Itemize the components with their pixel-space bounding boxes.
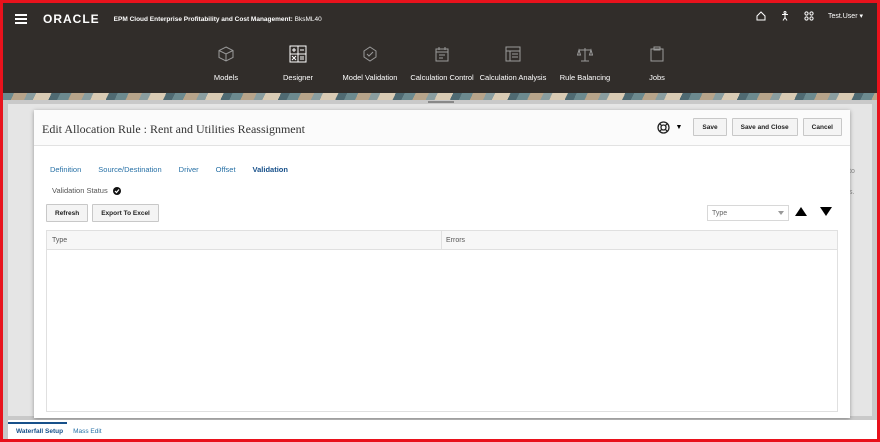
decorative-banner <box>3 93 877 100</box>
nav-model-validation[interactable]: Model Validation <box>330 41 410 82</box>
home-icon[interactable] <box>756 11 766 21</box>
calendar-icon <box>435 47 449 62</box>
nav-rule-balancing[interactable]: Rule Balancing <box>545 41 625 82</box>
sort-descending-icon[interactable] <box>820 207 832 216</box>
screenshot-frame: ORACLE EPM Cloud Enterprise Profitabilit… <box>0 0 880 442</box>
nav-label: Jobs <box>649 73 665 82</box>
validation-status: Validation Status <box>52 186 121 195</box>
nav-label: Calculation Analysis <box>479 73 547 82</box>
check-circle-icon <box>112 186 121 195</box>
top-bar: ORACLE EPM Cloud Enterprise Profitabilit… <box>3 3 877 35</box>
nav-label: Rule Balancing <box>559 73 611 82</box>
dialog-title: Edit Allocation Rule : Rent and Utilitie… <box>42 122 305 136</box>
validation-results-table: Type Errors <box>46 230 838 412</box>
tab-driver[interactable]: Driver <box>179 165 199 174</box>
accessibility-icon[interactable] <box>780 11 790 21</box>
export-to-excel-button[interactable]: Export To Excel <box>92 204 159 222</box>
nav-label: Model Validation <box>342 73 398 82</box>
nav-jobs[interactable]: Jobs <box>617 41 697 82</box>
nav-calculation-analysis[interactable]: Calculation Analysis <box>473 41 553 82</box>
nav-label: Calculation Control <box>410 73 474 82</box>
grid-toolbar: Refresh Export To Excel <box>46 204 159 222</box>
validation-icon <box>363 46 377 62</box>
clipboard-icon <box>650 46 664 62</box>
analysis-icon <box>505 46 521 62</box>
tab-definition[interactable]: Definition <box>50 165 81 174</box>
balance-icon <box>577 48 593 62</box>
nav-designer[interactable]: Designer <box>258 41 338 82</box>
chevron-down-icon <box>778 211 784 215</box>
nav-models[interactable]: Models <box>186 41 266 82</box>
help-menu[interactable]: ▼ <box>657 120 683 134</box>
save-button[interactable]: Save <box>693 118 727 136</box>
user-name: Test.User <box>827 13 858 20</box>
user-menu[interactable]: Test.User ▾ <box>828 12 863 20</box>
hamburger-menu-icon[interactable] <box>15 14 27 24</box>
column-header-errors[interactable]: Errors <box>446 237 465 244</box>
tab-source-destination[interactable]: Source/Destination <box>98 165 161 174</box>
calculator-icon <box>289 45 307 63</box>
app-title-bold: EPM Cloud Enterprise Profitability and C… <box>113 15 293 23</box>
tab-waterfall-setup[interactable]: Waterfall Setup <box>7 421 68 435</box>
navigation-band: Models Designer Model Validation Calcula… <box>3 35 877 93</box>
cube-icon <box>218 46 234 62</box>
table-header: Type Errors <box>47 231 837 250</box>
rule-tabs: Definition Source/Destination Driver Off… <box>50 165 288 174</box>
bottom-tabs: Waterfall Setup Mass Edit <box>7 420 877 439</box>
nav-label: Designer <box>282 73 313 82</box>
column-header-type[interactable]: Type <box>52 237 67 244</box>
sort-field-value: Type <box>712 209 728 217</box>
refresh-button[interactable]: Refresh <box>46 204 89 222</box>
nav-label: Models <box>213 73 239 82</box>
navigator-grid-icon[interactable] <box>804 11 814 21</box>
collapse-handle[interactable] <box>428 101 454 103</box>
chevron-down-icon: ▼ <box>675 123 683 131</box>
dialog-header: Edit Allocation Rule : Rent and Utilitie… <box>34 110 850 146</box>
tab-validation[interactable]: Validation <box>253 165 288 174</box>
lifebuoy-help-icon <box>657 120 671 134</box>
app-name: BksML40 <box>294 15 322 23</box>
sort-ascending-icon[interactable] <box>795 207 807 216</box>
column-divider[interactable] <box>441 231 442 250</box>
validation-status-label: Validation Status <box>52 186 108 195</box>
tab-offset[interactable]: Offset <box>216 165 236 174</box>
sort-field-select[interactable]: Type <box>707 205 789 221</box>
tab-mass-edit[interactable]: Mass Edit <box>73 428 102 435</box>
cancel-button[interactable]: Cancel <box>802 118 842 136</box>
edit-allocation-rule-dialog: Edit Allocation Rule : Rent and Utilitie… <box>34 110 850 418</box>
oracle-logo: ORACLE <box>43 12 100 26</box>
save-and-close-button[interactable]: Save and Close <box>731 118 798 136</box>
nav-calculation-control[interactable]: Calculation Control <box>402 41 482 82</box>
top-right-tools: Test.User ▾ <box>756 11 863 21</box>
app-title: EPM Cloud Enterprise Profitability and C… <box>114 16 322 23</box>
